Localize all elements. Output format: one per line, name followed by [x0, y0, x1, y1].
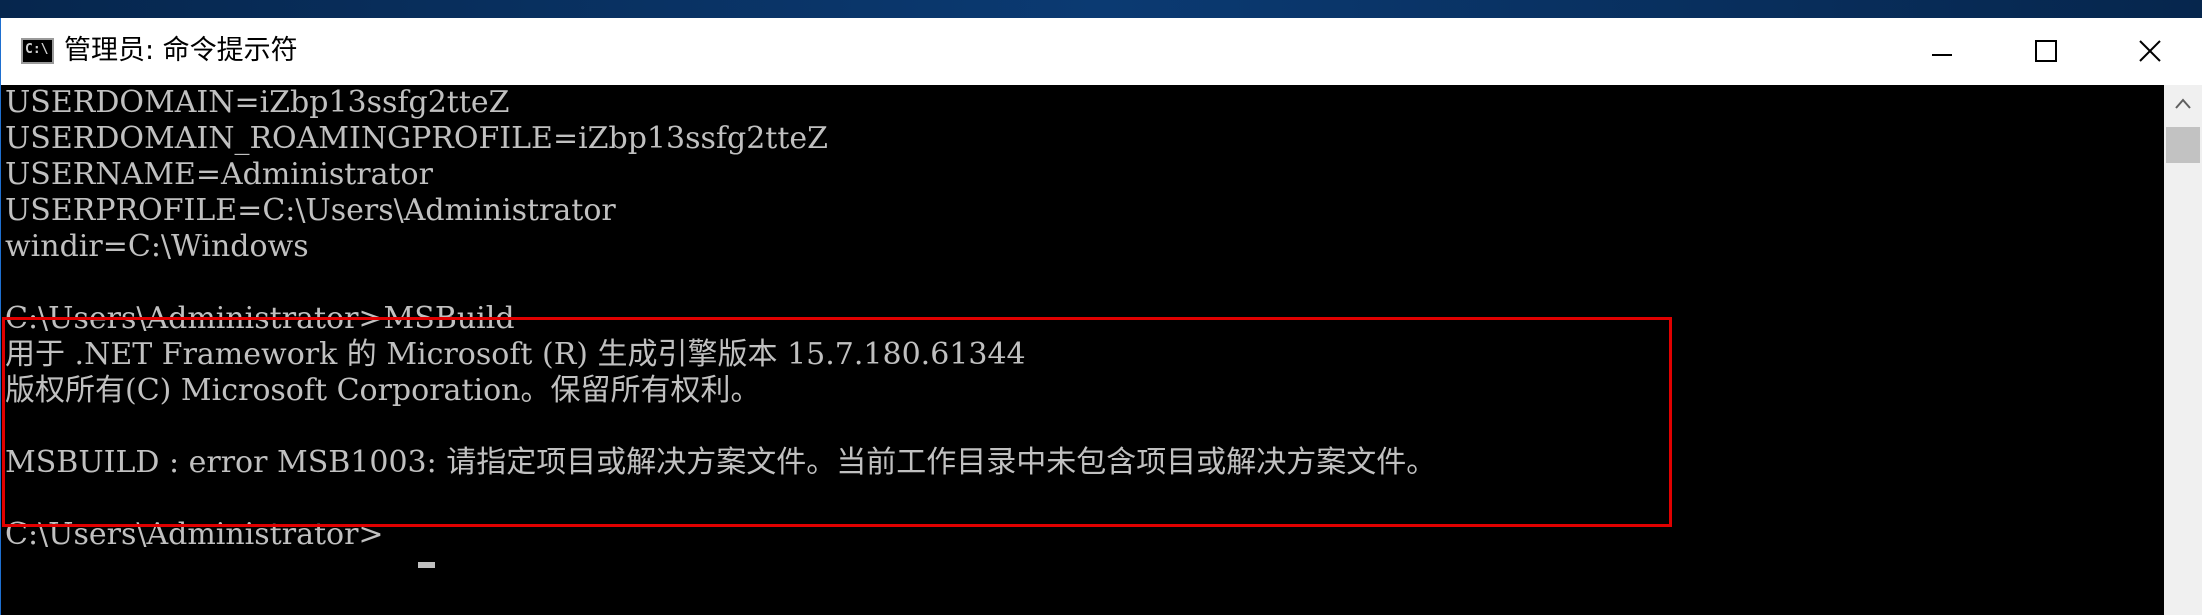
console-line: USERDOMAIN=iZbp13ssfg2tteZ	[5, 85, 510, 120]
window-title: 管理员: 命令提示符	[64, 35, 298, 66]
close-icon	[2139, 40, 2161, 62]
scroll-up-arrow-icon	[2175, 98, 2191, 109]
minimize-icon	[1932, 54, 1952, 56]
minimize-button[interactable]	[1890, 18, 1994, 85]
console-line: USERDOMAIN_ROAMINGPROFILE=iZbp13ssfg2tte…	[5, 121, 828, 156]
command-prompt-window: C:\ 管理员: 命令提示符 USERDOMAIN=iZbp13ssfg2tte…	[0, 18, 2202, 615]
scroll-up-button[interactable]	[2164, 85, 2202, 123]
console-line: windir=C:\Windows	[5, 229, 309, 264]
console-output[interactable]: USERDOMAIN=iZbp13ssfg2tteZ USERDOMAIN_RO…	[1, 85, 2164, 615]
maximize-icon	[2035, 40, 2057, 62]
maximize-button[interactable]	[1994, 18, 2098, 85]
scrollbar-thumb[interactable]	[2166, 127, 2200, 163]
console-line: USERNAME=Administrator	[5, 157, 433, 192]
cmd-icon-glyph: C:\	[25, 42, 49, 57]
error-highlight-box	[2, 317, 1672, 527]
text-cursor	[418, 562, 435, 568]
desktop-background	[0, 0, 2202, 18]
title-bar[interactable]: C:\ 管理员: 命令提示符	[1, 18, 2202, 85]
close-button[interactable]	[2098, 18, 2202, 85]
vertical-scrollbar[interactable]	[2164, 85, 2202, 615]
cmd-console-icon[interactable]: C:\	[21, 38, 54, 64]
console-line: USERPROFILE=C:\Users\Administrator	[5, 193, 616, 228]
